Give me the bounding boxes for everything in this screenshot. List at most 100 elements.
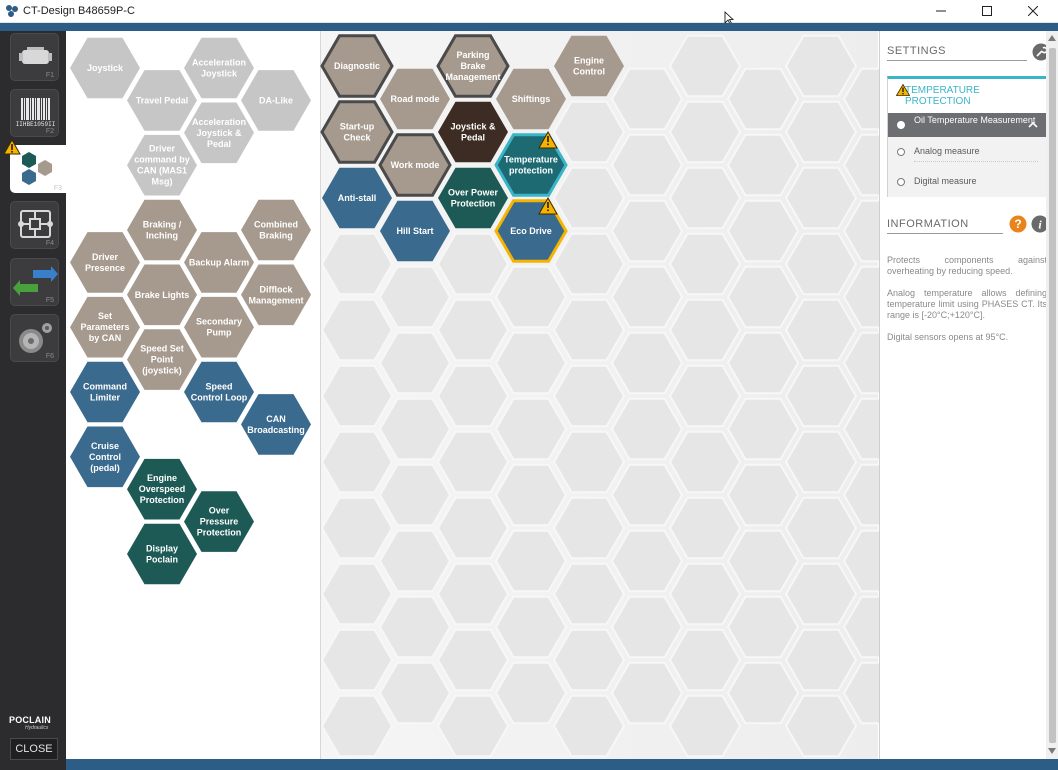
hexagon-shape[interactable] <box>494 529 568 593</box>
empty-slot[interactable] <box>610 133 684 197</box>
hexagon-shape[interactable] <box>784 628 858 692</box>
grid-function-hexagon[interactable]: Work mode <box>378 133 452 197</box>
hexagon-shape[interactable] <box>552 430 626 494</box>
empty-slot[interactable] <box>436 562 510 626</box>
empty-slot[interactable] <box>320 430 394 494</box>
hexagon-shape[interactable] <box>784 562 858 626</box>
empty-slot[interactable] <box>726 331 800 395</box>
hexagon-shape[interactable] <box>784 100 858 164</box>
hexagon-shape[interactable] <box>610 529 684 593</box>
hexagon-shape[interactable] <box>552 562 626 626</box>
hexagon-shape[interactable] <box>726 331 800 395</box>
hexagon-shape[interactable] <box>610 397 684 461</box>
hexagon-shape[interactable] <box>494 331 568 395</box>
grid-function-hexagon[interactable]: Temperature protection <box>494 130 568 197</box>
palette-function-hexagon[interactable]: Combined Braking <box>241 199 311 261</box>
hexagon-shape[interactable] <box>552 298 626 362</box>
empty-slot[interactable] <box>320 562 394 626</box>
empty-slot[interactable] <box>378 397 452 461</box>
empty-slot[interactable] <box>552 364 626 428</box>
empty-slot[interactable] <box>726 265 800 329</box>
empty-slot[interactable] <box>378 529 452 593</box>
hexagon-shape[interactable] <box>436 628 510 692</box>
empty-slot[interactable] <box>726 529 800 593</box>
hexagon-shape[interactable] <box>784 232 858 296</box>
grid-function-hexagon[interactable]: Over Power Protection <box>438 167 508 229</box>
palette-function-hexagon[interactable]: Backup Alarm <box>184 232 254 293</box>
empty-slot[interactable] <box>436 694 510 758</box>
hexagon-shape[interactable] <box>320 496 394 560</box>
palette-function-hexagon[interactable]: Secondary Pump <box>184 296 254 358</box>
empty-slot[interactable] <box>668 34 742 98</box>
empty-slot[interactable] <box>320 496 394 560</box>
hexagon-shape[interactable] <box>552 496 626 560</box>
hexagon-shape[interactable] <box>320 562 394 626</box>
empty-slot[interactable] <box>784 100 858 164</box>
grid-function-hexagon[interactable]: Engine Control <box>554 35 624 97</box>
hexagon-shape[interactable] <box>610 463 684 527</box>
scroll-down-icon[interactable] <box>1048 748 1056 754</box>
hexagon-shape[interactable] <box>610 661 684 725</box>
vertical-scrollbar[interactable] <box>1046 31 1058 759</box>
hexagon-shape[interactable] <box>726 67 800 131</box>
palette-function-hexagon[interactable]: Over Pressure Protection <box>184 491 254 552</box>
empty-slot[interactable] <box>436 628 510 692</box>
hexagon-shape[interactable] <box>378 661 452 725</box>
hexagon-shape[interactable] <box>668 430 742 494</box>
hexagon-shape[interactable] <box>436 430 510 494</box>
hexagon-shape[interactable] <box>494 265 568 329</box>
hexagon-shape[interactable] <box>320 298 394 362</box>
option-digital-measure[interactable]: Digital measure <box>888 167 1046 197</box>
grid-function-hexagon[interactable]: Joystick & Pedal <box>438 101 508 163</box>
hexagon-shape[interactable] <box>320 232 394 296</box>
palette-function-hexagon[interactable]: Travel Pedal <box>127 70 197 131</box>
grid-function-hexagon[interactable]: Diagnostic <box>320 34 394 98</box>
empty-slot[interactable] <box>378 661 452 725</box>
empty-slot[interactable] <box>610 331 684 395</box>
empty-slot[interactable] <box>726 397 800 461</box>
palette-function-hexagon[interactable]: Speed Set Point (joystick) <box>127 329 197 390</box>
empty-slot[interactable] <box>494 397 568 461</box>
empty-slot[interactable] <box>610 595 684 659</box>
empty-slot[interactable] <box>784 166 858 230</box>
palette-function-hexagon[interactable]: DA-Like <box>241 70 311 131</box>
grid-function-hexagon[interactable]: Anti-stall <box>322 167 392 229</box>
empty-slot[interactable] <box>494 265 568 329</box>
empty-slot[interactable] <box>726 463 800 527</box>
empty-slot[interactable] <box>784 364 858 428</box>
hexagon-shape[interactable] <box>668 562 742 626</box>
palette-function-hexagon[interactable]: Brake Lights <box>127 264 197 326</box>
hexagon-shape[interactable] <box>610 331 684 395</box>
hexagon-shape[interactable] <box>552 166 626 230</box>
hexagon-shape[interactable] <box>436 364 510 428</box>
hexagon-shape[interactable] <box>668 100 742 164</box>
empty-slot[interactable] <box>436 496 510 560</box>
empty-slot[interactable] <box>610 265 684 329</box>
empty-slot[interactable] <box>726 661 800 725</box>
hexagon-shape[interactable] <box>668 496 742 560</box>
empty-slot[interactable] <box>784 496 858 560</box>
hexagon-shape[interactable] <box>668 694 742 758</box>
empty-slot[interactable] <box>436 364 510 428</box>
palette-function-hexagon[interactable]: Engine Overspeed Protection <box>127 458 197 520</box>
empty-slot[interactable] <box>378 463 452 527</box>
hexagon-shape[interactable] <box>668 34 742 98</box>
hexagon-shape[interactable] <box>784 694 858 758</box>
empty-slot[interactable] <box>436 232 510 296</box>
empty-slot[interactable] <box>320 298 394 362</box>
palette-function-hexagon[interactable]: Braking / Inching <box>127 199 197 261</box>
empty-slot[interactable] <box>668 430 742 494</box>
palette-function-hexagon[interactable]: Command Limiter <box>70 361 140 423</box>
empty-slot[interactable] <box>610 463 684 527</box>
hexagon-shape[interactable] <box>668 364 742 428</box>
empty-slot[interactable] <box>552 562 626 626</box>
hexagon-shape[interactable] <box>784 364 858 428</box>
empty-slot[interactable] <box>320 232 394 296</box>
empty-slot[interactable] <box>784 34 858 98</box>
empty-slot[interactable] <box>610 529 684 593</box>
palette-function-hexagon[interactable]: Cruise Control (pedal) <box>70 426 140 488</box>
palette-function-hexagon[interactable]: Acceleration Joystick & Pedal <box>184 102 254 164</box>
hexagon-shape[interactable] <box>378 463 452 527</box>
empty-slot[interactable] <box>320 364 394 428</box>
hexagon-shape[interactable] <box>494 661 568 725</box>
